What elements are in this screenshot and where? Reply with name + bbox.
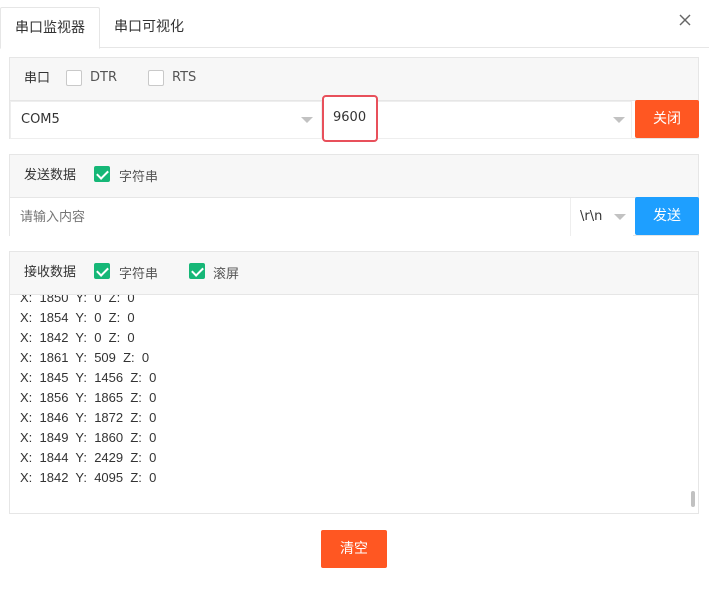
log-line: X: 1856 Y: 1865 Z: 0 (20, 390, 157, 405)
tab-bar: 串口监视器 串口可视化 (0, 0, 709, 49)
log-line: X: 1842 Y: 4095 Z: 0 (20, 470, 157, 485)
log-line: X: 1844 Y: 2429 Z: 0 (20, 450, 157, 465)
line-ending-value: \r\n (580, 209, 603, 224)
log-line: X: 1849 Y: 1860 Z: 0 (20, 430, 157, 445)
close-port-button[interactable]: 关闭 (635, 100, 699, 138)
send-button[interactable]: 发送 (635, 197, 699, 235)
scroll-checkbox[interactable] (189, 263, 205, 279)
chevron-down-icon (613, 117, 625, 123)
serial-title: 串口 (24, 71, 51, 86)
baud-value: 9600 (333, 110, 367, 125)
port-select[interactable]: COM5 (10, 101, 322, 139)
rts-checkbox[interactable] (148, 70, 164, 86)
rts-label: RTS (172, 70, 197, 85)
close-icon[interactable] (677, 12, 693, 28)
baud-input[interactable]: 9600 (322, 95, 378, 142)
send-input[interactable] (10, 198, 571, 236)
log-line: X: 1846 Y: 1872 Z: 0 (20, 410, 157, 425)
dtr-checkbox[interactable] (66, 70, 82, 86)
send-panel: 发送数据 字符串 \r\n 发送 (9, 154, 699, 236)
scroll-label: 滚屏 (213, 267, 240, 282)
serial-panel: 串口 DTR RTS COM5 9600 关闭 (9, 57, 699, 142)
receive-string-checkbox[interactable] (94, 263, 110, 279)
chevron-down-icon (614, 214, 626, 220)
tab-serial-visualization[interactable]: 串口可视化 (100, 7, 198, 49)
receive-title: 接收数据 (24, 265, 77, 280)
send-panel-header: 发送数据 字符串 (10, 155, 698, 198)
line-ending-select[interactable]: \r\n (571, 198, 633, 236)
port-value: COM5 (21, 112, 60, 127)
receive-log[interactable]: X: 1850 Y: 0 Z: 0 X: 1854 Y: 0 Z: 0 X: 1… (10, 295, 698, 513)
clear-button[interactable]: 清空 (321, 530, 387, 568)
send-string-checkbox[interactable] (94, 166, 110, 182)
send-title: 发送数据 (24, 168, 77, 183)
log-line: X: 1842 Y: 0 Z: 0 (20, 330, 135, 345)
receive-string-label: 字符串 (119, 267, 159, 282)
chevron-down-icon (301, 117, 313, 123)
log-line: X: 1850 Y: 0 Z: 0 (20, 295, 135, 305)
tab-serial-monitor[interactable]: 串口监视器 (0, 7, 100, 49)
log-line: X: 1845 Y: 1456 Z: 0 (20, 370, 157, 385)
dtr-label: DTR (90, 70, 117, 85)
receive-panel-header: 接收数据 字符串 滚屏 (10, 252, 698, 295)
send-string-label: 字符串 (119, 170, 159, 185)
log-line: X: 1861 Y: 509 Z: 0 (20, 350, 150, 365)
log-line: X: 1854 Y: 0 Z: 0 (20, 310, 135, 325)
scrollbar[interactable] (691, 491, 695, 507)
receive-panel: 接收数据 字符串 滚屏 X: 1850 Y: 0 Z: 0 X: 1854 Y:… (9, 251, 699, 514)
